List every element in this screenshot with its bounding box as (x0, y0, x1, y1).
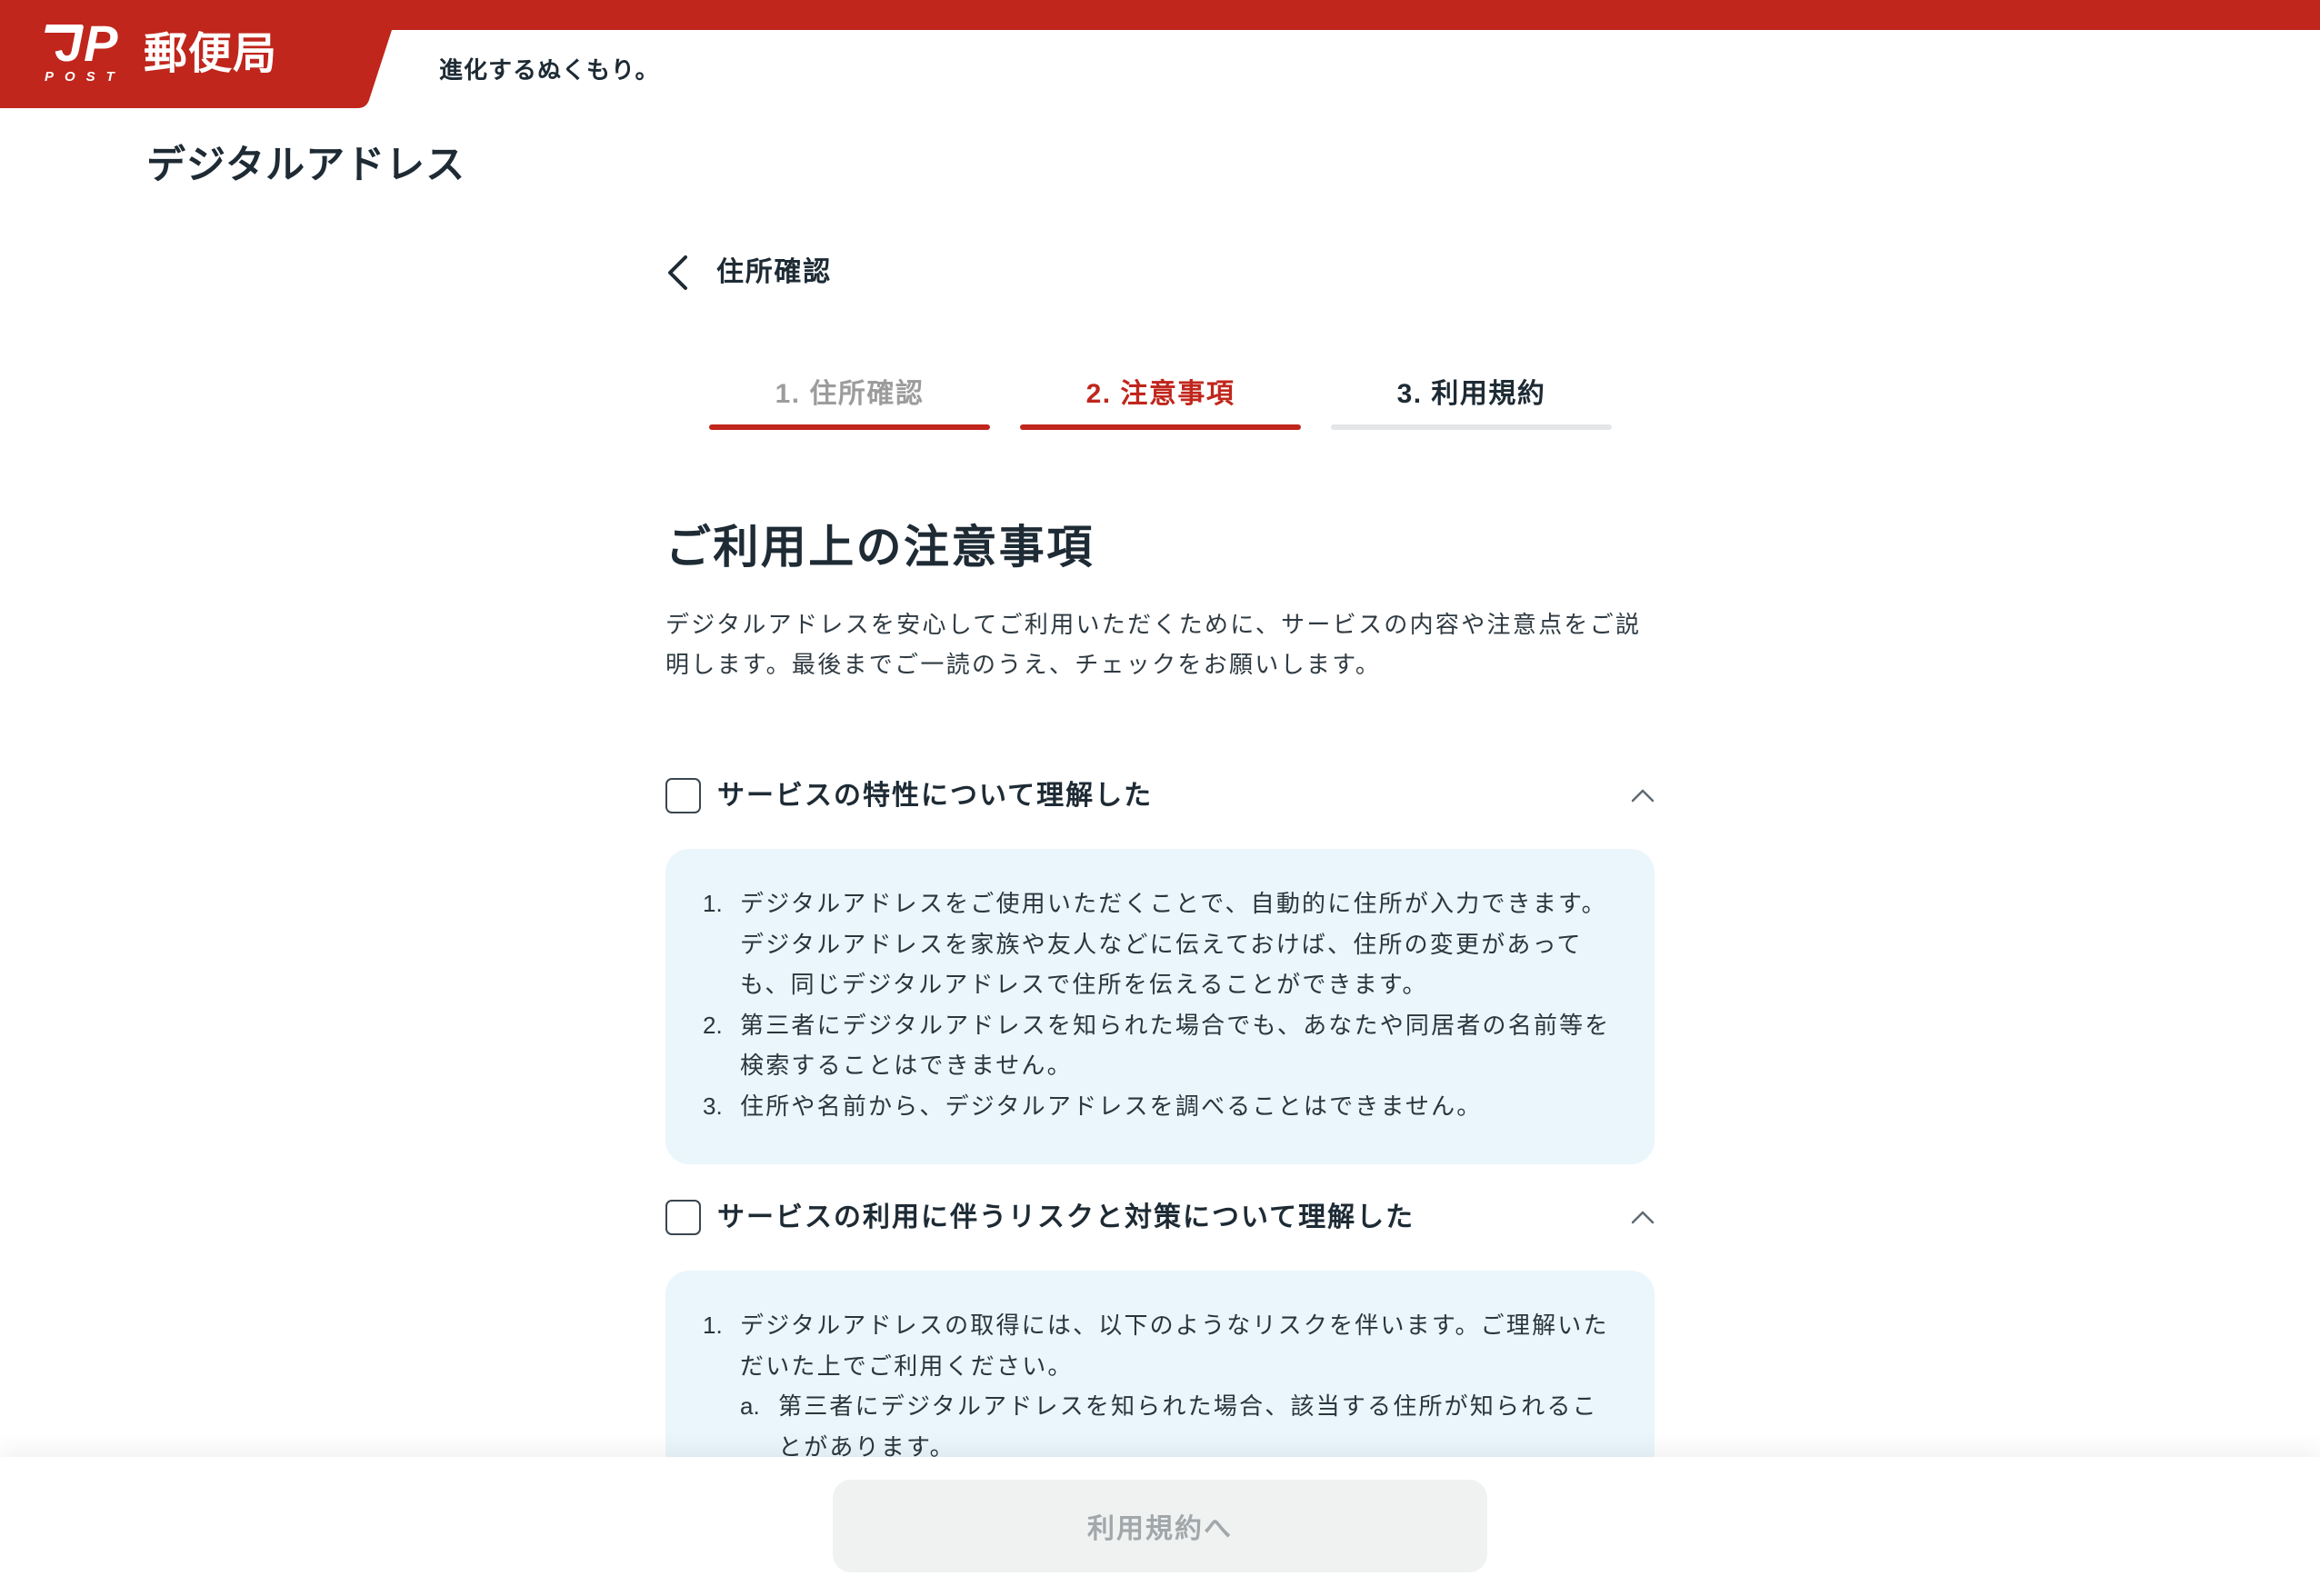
chevron-up-icon[interactable] (1631, 1211, 1655, 1224)
sub-list: a. 第三者にデジタルアドレスを知られた場合、該当する住所が知られることがありま… (740, 1386, 1618, 1467)
page-root: JP POST 郵便局 進化するぬくもり。 デジタルアドレス 住所確認 1. 住… (0, 0, 2320, 1596)
intro-text: デジタルアドレスを安心してご利用いただくために、サービスの内容や注意点をご説明し… (665, 611, 1642, 678)
step-progress-bar (709, 424, 990, 430)
list-item-body: 住所や名前から、デジタルアドレスを調べることはできません。 (740, 1086, 1618, 1127)
list-item-body: 第三者にデジタルアドレスを知られた場合でも、あなたや同居者の名前等を検索すること… (740, 1005, 1618, 1086)
list-item: 2. 第三者にデジタルアドレスを知られた場合でも、あなたや同居者の名前等を検索す… (703, 1005, 1618, 1086)
back-button[interactable]: 住所確認 (665, 254, 832, 292)
list-item-number: 1. (703, 890, 723, 917)
chevron-up-icon[interactable] (1631, 789, 1655, 803)
step-notices: 2. 注意事項 (1020, 376, 1301, 431)
notice-body: 1. デジタルアドレスをご使用いただくことで、自動的に住所が入力できます。デジタ… (665, 849, 1655, 1164)
step-progress-bar (1331, 424, 1612, 430)
notice-section-characteristics: サービスの特性について理解した 1. デジタルアドレスをご使用いただくことで、自… (665, 778, 1655, 1164)
list-item-body: デジタルアドレスをご使用いただくことで、自動的に住所が入力できます。デジタルアド… (740, 883, 1618, 1005)
list-item-number: 3. (703, 1092, 723, 1120)
progress-steps: 1. 住所確認 2. 注意事項 3. 利用規約 (709, 376, 1612, 431)
list-item: 1. デジタルアドレスをご使用いただくことで、自動的に住所が入力できます。デジタ… (703, 883, 1618, 1005)
sub-list-text: 第三者にデジタルアドレスを知られた場合、該当する住所が知られることがあります。 (778, 1392, 1598, 1461)
japan-post-logo[interactable]: JP POST 郵便局 (0, 0, 364, 108)
next-button[interactable]: 利用規約へ (833, 1480, 1487, 1572)
chevron-left-icon (668, 255, 687, 290)
step-label: 1. 住所確認 (775, 379, 925, 409)
action-footer: 利用規約へ (0, 1457, 2320, 1596)
step-terms-of-use: 3. 利用規約 (1331, 376, 1612, 431)
back-button-label: 住所確認 (716, 257, 832, 287)
notice-checkbox-label[interactable]: サービスの利用に伴うリスクと対策について理解した (717, 1200, 1415, 1236)
list-item-text: デジタルアドレスの取得には、以下のようなリスクを伴います。ご理解いただいた上でご… (740, 1312, 1609, 1380)
notice-section-header[interactable]: サービスの利用に伴うリスクと対策について理解した (665, 1200, 1655, 1235)
list-item-number: 1. (703, 1312, 723, 1339)
brand-name: 郵便局 (144, 30, 278, 78)
step-label: 2. 注意事項 (1085, 379, 1235, 409)
list-item-text: デジタルアドレスをご使用いただくことで、自動的に住所が入力できます。デジタルアド… (740, 890, 1607, 998)
step-progress-bar (1020, 424, 1301, 430)
notice-checkbox-label[interactable]: サービスの特性について理解した (717, 778, 1153, 814)
step-label: 3. 利用規約 (1396, 379, 1546, 409)
brand-tagline: 進化するぬくもり。 (439, 56, 660, 84)
page-heading: ご利用上の注意事項 (665, 522, 1095, 573)
sub-list-marker: a. (740, 1392, 760, 1420)
step-address-confirmation: 1. 住所確認 (709, 376, 990, 431)
notice-sections: サービスの特性について理解した 1. デジタルアドレスをご使用いただくことで、自… (665, 778, 1655, 1541)
list-item: 1. デジタルアドレスの取得には、以下のようなリスクを伴います。ご理解いただいた… (703, 1305, 1618, 1467)
list-item-body: デジタルアドレスの取得には、以下のようなリスクを伴います。ご理解いただいた上でご… (740, 1305, 1618, 1467)
sub-list-item: a. 第三者にデジタルアドレスを知られた場合、該当する住所が知られることがありま… (740, 1386, 1618, 1467)
service-title: デジタルアドレス (146, 144, 466, 187)
list-item-text: 住所や名前から、デジタルアドレスを調べることはできません。 (740, 1092, 1483, 1120)
list-item-number: 2. (703, 1011, 723, 1039)
site-header: JP POST 郵便局 進化するぬくもり。 (0, 0, 2320, 108)
notice-list: 1. デジタルアドレスの取得には、以下のようなリスクを伴います。ご理解いただいた… (703, 1305, 1618, 1467)
list-item-text: 第三者にデジタルアドレスを知られた場合でも、あなたや同居者の名前等を検索すること… (740, 1011, 1611, 1080)
logo-sub-text: POST (45, 69, 125, 85)
understood-checkbox[interactable] (665, 1200, 701, 1235)
understood-checkbox[interactable] (665, 778, 701, 813)
logo-mark: JP (55, 15, 119, 72)
notice-section-header[interactable]: サービスの特性について理解した (665, 778, 1655, 813)
list-item: 3. 住所や名前から、デジタルアドレスを調べることはできません。 (703, 1086, 1618, 1127)
notice-list: 1. デジタルアドレスをご使用いただくことで、自動的に住所が入力できます。デジタ… (703, 883, 1618, 1126)
